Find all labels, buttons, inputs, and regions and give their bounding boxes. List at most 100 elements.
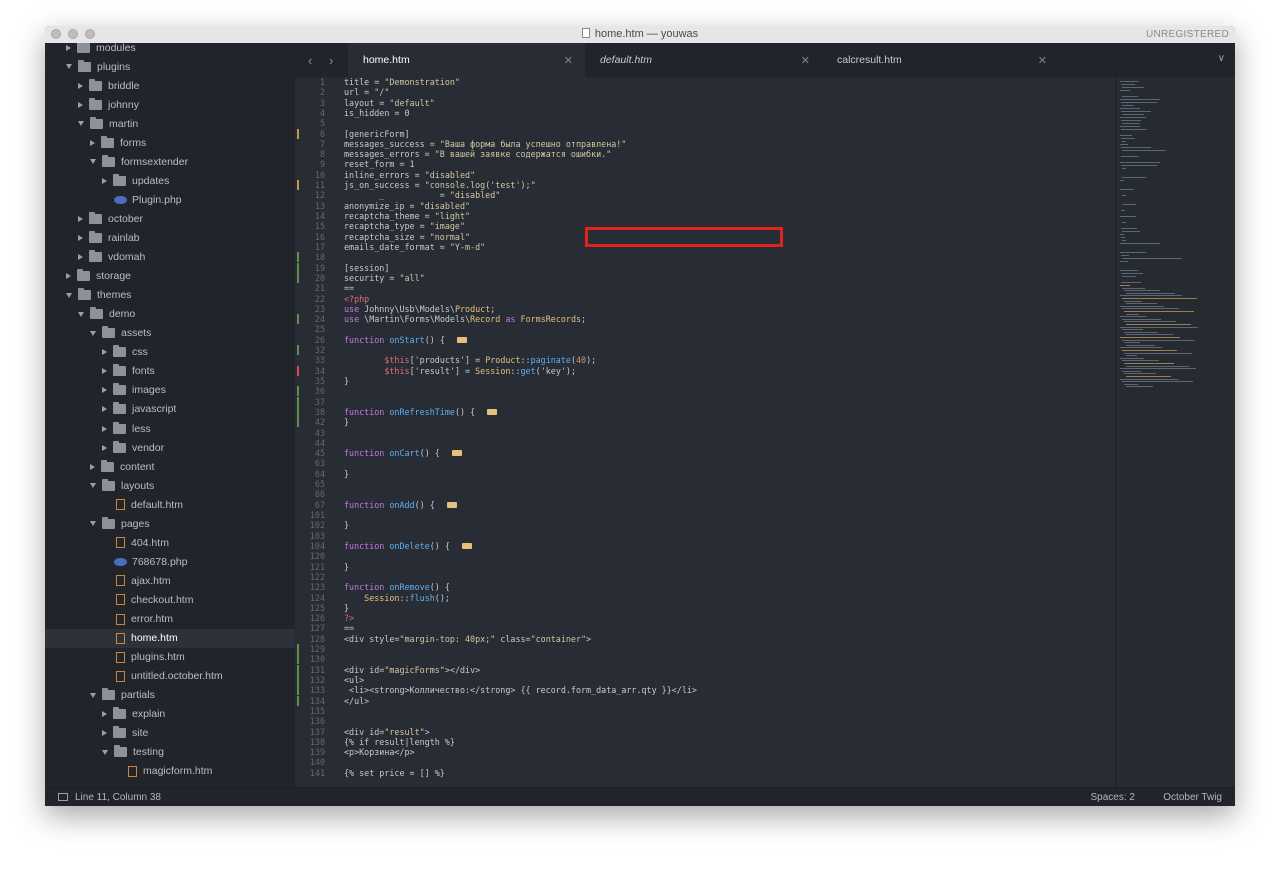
code-line[interactable]: 25 [295,324,1115,334]
panel-toggle-icon[interactable] [58,793,68,801]
tree-file[interactable]: Plugin.php [45,190,295,209]
code-line[interactable]: 37 [295,396,1115,407]
code-line[interactable]: 139 <p>Корзина</p> [295,747,1115,757]
disclosure-right-icon[interactable] [66,44,71,51]
folded-code-icon[interactable] [451,450,462,457]
tree-folder[interactable]: briddle [45,76,295,95]
disclosure-right-icon[interactable] [102,425,107,432]
code-line[interactable]: 140 [295,757,1115,767]
code-line[interactable]: 13 anonymize_ip = "disabled" [295,201,1115,211]
code-line[interactable]: 137 <div id="result"> [295,727,1115,737]
tree-folder[interactable]: pages [45,514,295,533]
code-line[interactable]: 125} [295,603,1115,613]
code-line[interactable]: 21 == [295,283,1115,293]
code-line[interactable]: 132 <ul> [295,674,1115,685]
disclosure-down-icon[interactable] [66,292,72,298]
tab-2[interactable]: calcresult.htm ✕ [822,43,1059,77]
tree-folder[interactable]: javascript [45,400,295,419]
indentation-setting[interactable]: Spaces: 2 [1091,792,1135,803]
tree-folder[interactable]: themes [45,286,295,305]
disclosure-right-icon[interactable] [102,444,107,451]
tree-folder[interactable]: rainlab [45,229,295,248]
code-line[interactable]: 4 is_hidden = 0 [295,108,1115,118]
code-line[interactable]: 10 inline_errors = "disabled" [295,170,1115,180]
tree-folder[interactable]: fonts [45,362,295,381]
code-line[interactable]: 135 [295,706,1115,716]
folded-code-icon[interactable] [446,501,457,508]
code-line[interactable]: 129 [295,644,1115,655]
code-line[interactable]: 6 [genericForm] [295,128,1115,139]
tree-folder[interactable]: forms [45,133,295,152]
code-line[interactable]: 35} [295,376,1115,386]
folded-code-icon[interactable] [487,408,498,415]
tree-file[interactable]: untitled.october.htm [45,667,295,686]
syntax-selector[interactable]: October Twig [1163,792,1222,803]
disclosure-right-icon[interactable] [90,463,95,470]
code-line[interactable]: 33 $this['products'] = Product::paginate… [295,355,1115,365]
disclosure-down-icon[interactable] [90,692,96,698]
tab-close-icon[interactable]: ✕ [1038,54,1047,67]
code-line[interactable]: 16 recaptcha_size = "normal" [295,232,1115,242]
tree-file[interactable]: ajax.htm [45,571,295,590]
code-line[interactable]: 136 [295,716,1115,726]
code-line[interactable]: 44 [295,438,1115,448]
disclosure-right-icon[interactable] [78,215,83,222]
code-line[interactable]: 103 [295,531,1115,541]
disclosure-down-icon[interactable] [90,159,96,165]
disclosure-down-icon[interactable] [90,521,96,527]
tree-file[interactable]: error.htm [45,610,295,629]
tree-folder[interactable]: vdomah [45,248,295,267]
code-line[interactable]: 42} [295,417,1115,428]
disclosure-down-icon[interactable] [90,330,96,336]
tree-file[interactable]: magicform.htm [45,762,295,781]
code-line[interactable]: 8 messages_errors = "В вашей заявке содер… [295,149,1115,159]
code-line[interactable]: 5 [295,118,1115,128]
tab-close-icon[interactable]: ✕ [801,54,810,67]
code-line[interactable]: 2 url = "/" [295,87,1115,97]
disclosure-right-icon[interactable] [78,254,83,261]
disclosure-down-icon[interactable] [78,121,84,127]
code-line[interactable]: 138 {% if result|length %} [295,737,1115,747]
tree-folder[interactable]: images [45,381,295,400]
code-line[interactable]: 1 title = "Demonstration" [295,77,1115,87]
disclosure-right-icon[interactable] [66,273,71,280]
code-editor[interactable]: 1 title = "Demonstration" 2 url = "/" 3 layou… [295,77,1115,787]
disclosure-down-icon[interactable] [66,64,72,70]
code-line[interactable]: 141 {% set price = [] %} [295,768,1115,778]
disclosure-right-icon[interactable] [102,368,107,375]
code-line[interactable]: 65 [295,479,1115,489]
disclosure-right-icon[interactable] [102,349,107,356]
back-arrow-icon[interactable]: ‹ [308,53,312,68]
code-line[interactable]: 101 [295,510,1115,520]
code-line[interactable]: 32 [295,345,1115,356]
minimap[interactable] [1115,77,1235,787]
tree-folder[interactable]: october [45,209,295,228]
tree-folder[interactable]: assets [45,324,295,343]
tree-folder[interactable]: plugins [45,57,295,76]
tree-folder[interactable]: content [45,457,295,476]
code-line[interactable]: 66 [295,489,1115,499]
tree-folder[interactable]: demo [45,305,295,324]
code-line[interactable]: 36 [295,386,1115,397]
code-line[interactable]: 15 recaptcha_type = "image" [295,221,1115,231]
code-line[interactable]: 9 reset_form = 1 [295,159,1115,169]
code-line[interactable]: 120 [295,551,1115,561]
code-line[interactable]: 104 function onDelete() { [295,541,1115,551]
code-line[interactable]: 45 function onCart() { [295,448,1115,458]
code-line[interactable]: 23 use Johnny\Usb\Models\Product; [295,304,1115,314]
tree-folder[interactable]: storage [45,267,295,286]
tree-folder[interactable]: partials [45,686,295,705]
disclosure-down-icon[interactable] [78,311,84,317]
code-line[interactable]: 130 [295,654,1115,665]
code-line[interactable]: 34 $this['result'] = Session::get('key')… [295,365,1115,376]
code-line[interactable]: 124 Session::flush(); [295,593,1115,603]
tree-folder[interactable]: css [45,343,295,362]
code-line[interactable]: 3 layout = "default" [295,98,1115,108]
code-line[interactable]: 19 [session] [295,262,1115,273]
tab-close-icon[interactable]: ✕ [564,54,573,67]
code-line[interactable]: 26 function onStart() { [295,335,1115,345]
forward-arrow-icon[interactable]: › [329,53,333,68]
disclosure-right-icon[interactable] [102,711,107,718]
title-bar[interactable]: home.htm — youwas UNREGISTERED [45,26,1235,44]
code-line[interactable]: 22 <?php [295,294,1115,304]
